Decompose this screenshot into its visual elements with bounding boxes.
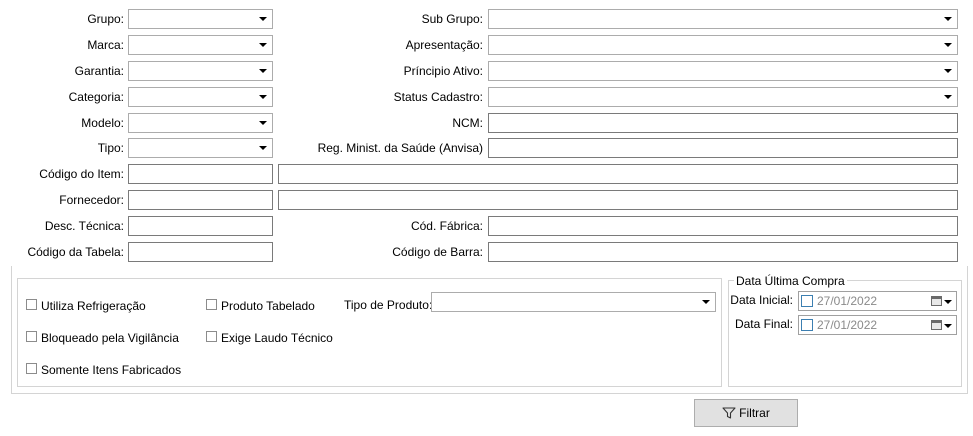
principio-ativo-label: Príncipio Ativo: xyxy=(403,64,483,78)
chevron-down-icon xyxy=(259,146,267,150)
apresentacao-select[interactable] xyxy=(488,35,958,55)
desc-tecnica-input[interactable] xyxy=(128,216,273,236)
data-final-checkbox[interactable] xyxy=(801,319,813,331)
status-cadastro-label: Status Cadastro: xyxy=(393,90,483,104)
reg-anvisa-input[interactable] xyxy=(488,138,958,158)
marca-select[interactable] xyxy=(128,35,273,55)
chevron-down-icon xyxy=(259,121,267,125)
garantia-label: Garantia: xyxy=(74,64,124,78)
chevron-down-icon xyxy=(944,17,952,21)
bloqueado-vigilancia-checkbox[interactable] xyxy=(26,331,37,342)
bloqueado-vigilancia-label[interactable]: Bloqueado pela Vigilância xyxy=(41,331,179,345)
principio-ativo-select[interactable] xyxy=(488,61,958,81)
chevron-down-icon xyxy=(944,95,952,99)
chevron-down-icon xyxy=(259,69,267,73)
calendar-icon[interactable] xyxy=(931,296,942,306)
ncm-input[interactable] xyxy=(488,113,958,133)
cod-fabrica-input[interactable] xyxy=(488,216,958,236)
chevron-down-icon xyxy=(944,43,952,47)
data-inicial-checkbox[interactable] xyxy=(801,295,813,307)
fornecedor-description-field[interactable] xyxy=(278,190,958,210)
data-final-value: 27/01/2022 xyxy=(817,318,878,332)
chevron-down-icon xyxy=(259,95,267,99)
produto-tabelado-label[interactable]: Produto Tabelado xyxy=(221,299,315,313)
codigo-item-description-field[interactable] xyxy=(278,164,958,184)
chevron-down-icon xyxy=(702,300,710,304)
codigo-item-label: Código do Item: xyxy=(39,167,124,181)
exige-laudo-checkbox[interactable] xyxy=(206,331,217,342)
sub-grupo-label: Sub Grupo: xyxy=(421,12,483,26)
apresentacao-label: Apresentação: xyxy=(405,38,483,52)
funnel-icon xyxy=(722,407,736,419)
ncm-label: NCM: xyxy=(452,116,483,130)
chevron-down-icon xyxy=(259,43,267,47)
data-inicial-label: Data Inicial: xyxy=(730,293,793,307)
utiliza-refrigeracao-label[interactable]: Utiliza Refrigeração xyxy=(41,299,146,313)
chevron-down-icon xyxy=(259,17,267,21)
marca-label: Marca: xyxy=(87,38,124,52)
filtrar-label: Filtrar xyxy=(739,406,770,420)
exige-laudo-label[interactable]: Exige Laudo Técnico xyxy=(221,331,333,345)
tipo-produto-label: Tipo de Produto: xyxy=(344,298,433,312)
tipo-select[interactable] xyxy=(128,138,273,158)
reg-anvisa-label: Reg. Minist. da Saúde (Anvisa) xyxy=(317,141,483,155)
data-final-label: Data Final: xyxy=(734,317,793,331)
produto-tabelado-checkbox[interactable] xyxy=(206,299,217,310)
grupo-label: Grupo: xyxy=(87,12,124,26)
utiliza-refrigeracao-checkbox[interactable] xyxy=(26,299,37,310)
modelo-label: Modelo: xyxy=(81,116,124,130)
calendar-icon[interactable] xyxy=(931,320,942,330)
filtrar-button[interactable]: Filtrar xyxy=(694,399,798,427)
codigo-item-input[interactable] xyxy=(128,164,273,184)
desc-tecnica-label: Desc. Técnica: xyxy=(44,219,124,233)
status-cadastro-select[interactable] xyxy=(488,87,958,107)
sub-grupo-select[interactable] xyxy=(488,9,958,29)
data-inicial-picker[interactable]: 27/01/2022 xyxy=(798,291,957,311)
cod-fabrica-label: Cód. Fábrica: xyxy=(410,219,483,233)
tipo-produto-select[interactable] xyxy=(431,292,716,312)
somente-fabricados-label[interactable]: Somente Itens Fabricados xyxy=(41,363,181,377)
chevron-down-icon xyxy=(944,69,952,73)
grupo-select[interactable] xyxy=(128,9,273,29)
somente-fabricados-checkbox[interactable] xyxy=(26,363,37,374)
chevron-down-icon[interactable] xyxy=(944,300,952,304)
chevron-down-icon[interactable] xyxy=(944,324,952,328)
tipo-label: Tipo: xyxy=(97,141,124,155)
categoria-label: Categoria: xyxy=(68,90,124,104)
codigo-barra-input[interactable] xyxy=(488,242,958,262)
fornecedor-label: Fornecedor: xyxy=(59,193,124,207)
data-final-picker[interactable]: 27/01/2022 xyxy=(798,315,957,335)
codigo-tabela-input[interactable] xyxy=(128,242,273,262)
categoria-select[interactable] xyxy=(128,87,273,107)
codigo-tabela-label: Código da Tabela: xyxy=(27,245,124,259)
data-inicial-value: 27/01/2022 xyxy=(817,294,878,308)
data-ultima-compra-title: Data Última Compra xyxy=(734,274,847,288)
codigo-barra-label: Código de Barra: xyxy=(392,245,483,259)
fornecedor-input[interactable] xyxy=(128,190,273,210)
garantia-select[interactable] xyxy=(128,61,273,81)
modelo-select[interactable] xyxy=(128,113,273,133)
